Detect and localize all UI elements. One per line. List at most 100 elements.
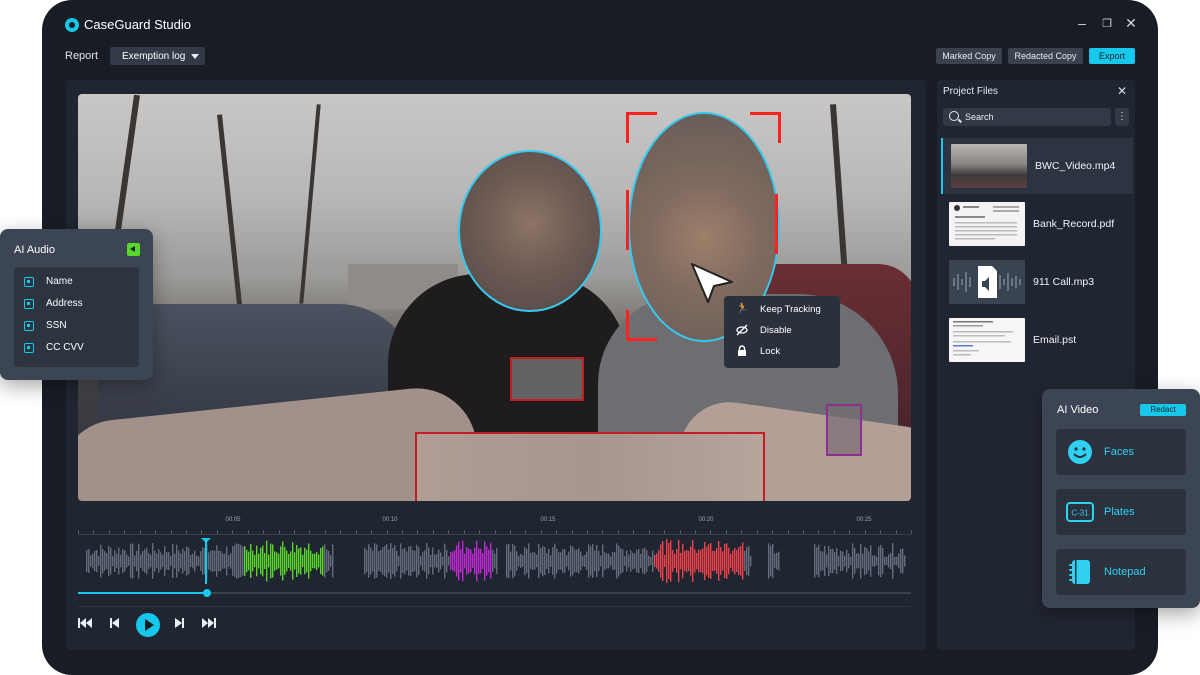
waveform-bar <box>750 555 752 567</box>
waveform-bar <box>512 543 514 579</box>
waveform-bar <box>146 547 148 575</box>
context-item-keep-tracking[interactable]: 🏃 Keep Tracking <box>724 300 840 320</box>
body-redaction-box[interactable] <box>415 432 765 501</box>
search-input[interactable]: Search <box>943 108 1111 126</box>
marked-copy-button[interactable]: Marked Copy <box>936 48 1002 64</box>
waveform-bar <box>734 547 736 575</box>
tracking-context-menu: 🏃 Keep Tracking Disable Lock <box>724 296 840 368</box>
waveform-bar <box>550 555 552 567</box>
file-item-911-call[interactable]: 911 Call.mp3 <box>941 254 1131 310</box>
context-item-lock[interactable]: Lock <box>724 342 840 362</box>
video-frame[interactable]: 🏃 Keep Tracking Disable Lock <box>78 94 911 501</box>
selection-corner <box>750 112 781 143</box>
waveform-bar <box>676 549 678 573</box>
redacted-copy-button[interactable]: Redacted Copy <box>1008 48 1083 64</box>
waveform-bar <box>820 551 822 571</box>
checkbox-icon[interactable] <box>24 321 34 331</box>
waveform-bar <box>236 543 238 579</box>
waveform-bar <box>410 546 412 576</box>
waveform-bar <box>846 549 848 573</box>
export-button[interactable]: Export <box>1089 48 1135 64</box>
waveform-bar <box>296 545 298 577</box>
skip-to-start-button[interactable] <box>78 618 92 631</box>
close-icon[interactable]: ✕ <box>1117 84 1127 98</box>
file-item-bank-record[interactable]: Bank_Record.pdf <box>941 196 1131 252</box>
waveform-bar <box>322 546 324 576</box>
waveform-bar <box>772 543 774 579</box>
waveform-bar <box>188 547 190 575</box>
timeline-tick <box>371 530 373 534</box>
waveform-bar <box>818 544 820 578</box>
waveform-bar <box>462 540 464 582</box>
waveform-bar <box>240 544 242 578</box>
speaker-icon[interactable] <box>127 243 140 256</box>
timeline-tick <box>386 530 388 534</box>
next-frame-button[interactable] <box>174 618 184 631</box>
waveform-bar <box>218 550 220 572</box>
waveform-bar <box>124 550 126 572</box>
ai-video-option-notepad[interactable]: Notepad <box>1056 549 1186 595</box>
waveform-bar <box>490 543 492 579</box>
waveform-bar <box>664 554 666 568</box>
timeline-tick <box>556 530 558 534</box>
ai-video-option-plates[interactable]: C-31 Plates <box>1056 489 1186 535</box>
waveform-bar <box>904 555 906 567</box>
waveform-bar <box>834 552 836 570</box>
object-redaction-box[interactable] <box>826 404 862 456</box>
context-item-disable[interactable]: Disable <box>724 321 840 341</box>
waveform-bar <box>464 553 466 569</box>
waveform-bar <box>540 548 542 574</box>
timeline-tick <box>911 530 912 534</box>
waveform-bar <box>720 547 722 575</box>
waveform-bar <box>302 554 304 568</box>
phone-redaction-box[interactable] <box>510 357 584 401</box>
exemption-log-dropdown[interactable]: Exemption log <box>110 47 205 65</box>
skip-to-end-button[interactable] <box>202 618 216 631</box>
email-thumbnail <box>949 318 1025 362</box>
waveform-bar <box>740 546 742 576</box>
audio-waveform[interactable] <box>78 538 911 584</box>
ai-video-option-faces[interactable]: Faces <box>1056 429 1186 475</box>
minimize-button[interactable]: – <box>1074 15 1090 31</box>
waveform-bar <box>558 552 560 570</box>
waveform-bar <box>214 550 216 572</box>
close-button[interactable]: ✕ <box>1123 15 1139 32</box>
progress-handle[interactable] <box>203 589 211 597</box>
search-placeholder: Search <box>965 112 994 122</box>
file-item-email[interactable]: Email.pst <box>941 312 1131 368</box>
checkbox-icon[interactable] <box>24 299 34 309</box>
restore-button[interactable]: ❐ <box>1099 17 1115 30</box>
waveform-bar <box>844 555 846 567</box>
waveform-bar <box>626 550 628 572</box>
waveform-bar <box>416 544 418 578</box>
checkbox-icon[interactable] <box>24 277 34 287</box>
waveform-bar <box>384 545 386 577</box>
waveform-bar <box>452 551 454 571</box>
ai-video-title: AI Video <box>1057 404 1099 416</box>
waveform-bar <box>588 544 590 578</box>
waveform-bar <box>122 549 124 573</box>
waveform-bar <box>478 548 480 574</box>
waveform-bar <box>874 555 876 567</box>
timeline-tick <box>756 530 758 534</box>
waveform-bar <box>440 552 442 570</box>
timeline-label: 00:05 <box>225 517 241 523</box>
face-redaction-ellipse[interactable] <box>458 150 602 312</box>
filter-label: SSN <box>46 320 67 331</box>
playback-progress-bar[interactable] <box>78 589 911 597</box>
timeline-ruler[interactable]: 00:05 00:10 00:15 00:20 00:25 <box>78 517 912 535</box>
play-button[interactable] <box>136 613 160 637</box>
file-item-bwc-video[interactable]: BWC_Video.mp4 <box>941 138 1133 194</box>
waveform-bar <box>828 545 830 577</box>
playhead[interactable] <box>205 538 207 584</box>
waveform-bar <box>742 542 744 580</box>
playhead-marker[interactable] <box>201 538 211 543</box>
previous-frame-button[interactable] <box>110 618 120 631</box>
waveform-bar <box>374 543 376 579</box>
more-options-icon[interactable]: ⋮ <box>1115 108 1129 126</box>
file-name: 911 Call.mp3 <box>1033 276 1095 288</box>
waveform-bar <box>838 555 840 567</box>
redact-button[interactable]: Redact <box>1140 404 1186 416</box>
checkbox-icon[interactable] <box>24 343 34 353</box>
waveform-bar <box>238 544 240 578</box>
